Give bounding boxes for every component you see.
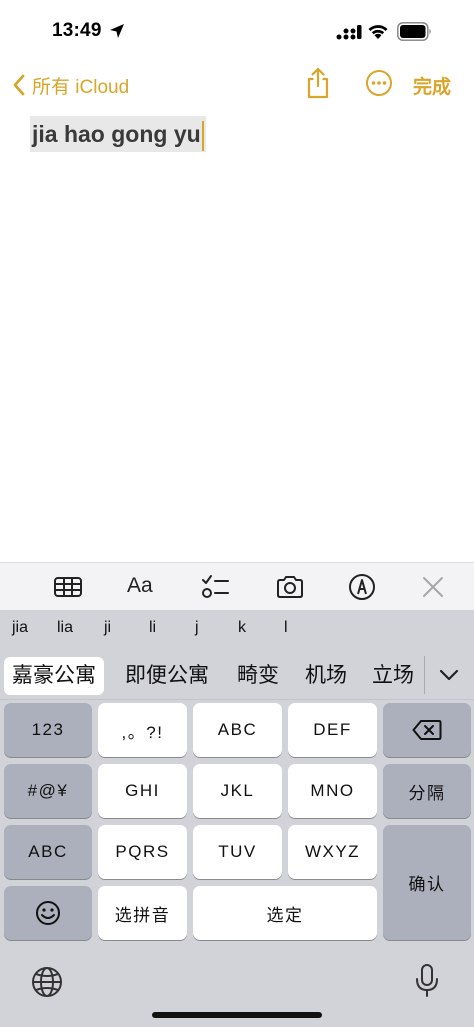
select-pinyin-key[interactable]: 选拼音 [98,886,187,940]
back-button[interactable]: 所有 iCloud [12,70,129,100]
note-editor[interactable]: jia hao gong yu [0,108,474,562]
status-time: 13:49 [52,20,102,41]
chevron-down-icon[interactable] [436,664,462,686]
camera-icon[interactable] [275,573,305,601]
globe-icon[interactable] [30,965,64,999]
delete-key[interactable] [383,703,471,757]
abc-switch-key-label: ABC [28,842,68,861]
candidate-word[interactable]: 即便公寓 [117,657,217,695]
symbols-key-label: #@¥ [27,781,69,800]
backspace-icon [412,720,442,740]
pinyin-option[interactable]: lia [57,619,73,637]
punctuation-key-label: ,。?! [121,722,164,742]
abc-key-label: ABC [217,720,258,739]
tuv-key[interactable]: TUV [193,825,282,879]
candidate-word[interactable]: 畸变 [229,657,287,695]
confirm-key-label: 确认 [408,875,446,894]
location-arrow-icon [110,24,124,38]
pinyin-option[interactable]: l [284,619,288,637]
table-icon[interactable] [53,573,83,601]
pinyin-option[interactable]: j [195,619,199,637]
mno-key-label: MNO [310,781,355,800]
wxyz-key-label: WXYZ [304,842,361,861]
def-key-label: DEF [313,720,352,739]
cellular-signal-icon [336,25,362,40]
pqrs-key[interactable]: PQRS [98,825,187,879]
battery-icon [397,22,431,41]
ghi-key[interactable]: GHI [98,764,187,818]
separator-key[interactable]: 分隔 [383,764,471,818]
select-key-label: 选定 [266,905,304,925]
jkl-key[interactable]: JKL [193,764,282,818]
more-options-icon[interactable] [365,69,393,97]
punctuation-key[interactable]: ,。?! [98,703,187,757]
pinyin-option[interactable]: k [238,619,246,637]
separator-key-label: 分隔 [408,783,446,803]
jkl-key-label: JKL [220,781,255,800]
navigation-bar: 所有 iCloud 完成 [0,62,474,106]
back-label: 所有 iCloud [32,76,130,98]
def-key[interactable]: DEF [288,703,377,757]
chevron-left-icon [13,74,25,96]
select-pinyin-key-label: 选拼音 [114,905,171,925]
done-button[interactable]: 完成 [413,72,451,99]
home-indicator [152,1012,322,1018]
note-text[interactable]: jia hao gong yu [30,116,206,152]
candidate-word[interactable]: 嘉豪公寓 [4,657,104,695]
tuv-key-label: TUV [218,842,257,861]
pinyin-option[interactable]: jia [12,619,28,637]
numbers-key[interactable]: 123 [4,703,92,757]
symbols-key[interactable]: #@¥ [4,764,92,818]
mno-key[interactable]: MNO [288,764,377,818]
checklist-icon[interactable] [200,573,230,601]
microphone-icon[interactable] [414,963,440,999]
note-text-content: jia hao gong yu [32,121,201,147]
candidate-word[interactable]: 机场 [297,657,355,695]
close-icon[interactable] [418,573,448,601]
confirm-key[interactable]: 确认 [383,825,471,940]
status-bar: 13:49 [0,0,474,62]
candidate-word[interactable]: 立场 [364,657,422,695]
share-icon[interactable] [305,66,331,100]
emoji-key[interactable] [4,886,92,940]
keyboard-toolbar: Aa [0,562,474,610]
emoji-icon [36,901,60,925]
wxyz-key[interactable]: WXYZ [288,825,377,879]
pinyin-option[interactable]: ji [104,619,111,637]
pinyin-options-row: jia lia ji li j k l [0,610,474,648]
wifi-icon [368,25,388,39]
pqrs-key-label: PQRS [115,842,170,861]
abc-switch-key[interactable]: ABC [4,825,92,879]
pinyin-keyboard: jia lia ji li j k l 嘉豪公寓 即便公寓 畸变 机场 立场 1… [0,610,474,1027]
pinyin-option[interactable]: li [149,619,156,637]
candidate-divider [424,656,425,694]
markup-pen-icon[interactable] [347,573,377,601]
text-caret [201,120,204,151]
select-key[interactable]: 选定 [193,886,377,940]
candidate-bar: 嘉豪公寓 即便公寓 畸变 机场 立场 [0,650,474,700]
ghi-key-label: GHI [125,781,160,800]
numbers-key-label: 123 [31,720,65,739]
text-format-icon[interactable]: Aa [127,574,161,602]
abc-key[interactable]: ABC [193,703,282,757]
